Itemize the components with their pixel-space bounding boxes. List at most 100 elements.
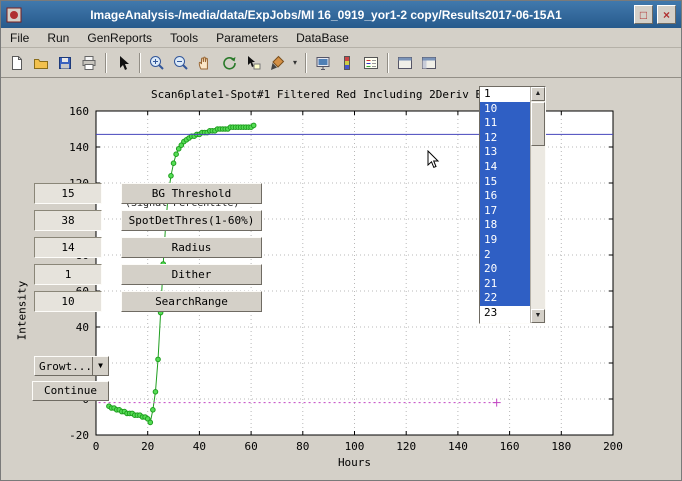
svg-text:120: 120 [396,440,416,453]
svg-text:160: 160 [69,105,89,118]
dither-button[interactable]: Dither [121,264,262,285]
pan-hand-button[interactable] [193,51,217,75]
svg-text:140: 140 [448,440,468,453]
scroll-down-button[interactable]: ▼ [531,309,545,323]
print-icon [80,54,98,72]
svg-text:40: 40 [76,321,89,334]
save-button[interactable] [53,51,77,75]
insert-colorbar-button[interactable] [335,51,359,75]
spot-listbox: 110111213141516171819220212223 ▲ ▼ [479,86,546,324]
app-window: ImageAnalysis-/media/data/ExpJobs/MI 16_… [0,0,682,481]
insert-colorbar-icon [338,54,356,72]
svg-text:-20: -20 [69,429,89,442]
svg-text:200: 200 [603,440,623,453]
spotdetthres-button[interactable]: SpotDetThres(1-60%) [121,210,262,231]
print-figure-button[interactable] [311,51,335,75]
list-item[interactable]: 13 [480,145,530,160]
list-item[interactable]: 10 [480,102,530,117]
scroll-up-button[interactable]: ▲ [531,87,545,101]
pan-hand-icon [196,54,214,72]
svg-text:140: 140 [69,141,89,154]
radius-input[interactable] [34,237,102,258]
searchrange-input[interactable] [34,291,102,312]
close-button[interactable]: × [657,5,676,24]
svg-text:100: 100 [345,440,365,453]
growth-dropdown[interactable]: Growt... ▼ [34,356,109,376]
y-axis-label: Intensity [16,256,29,366]
maximize-icon: □ [640,9,647,21]
toolbar-separator [305,53,307,73]
list-item[interactable]: 2 [480,248,530,263]
rotate-3d-icon [220,54,238,72]
toolbar-separator [387,53,389,73]
radius-button[interactable]: Radius [121,237,262,258]
data-cursor-icon [244,54,262,72]
spotdetthres-input[interactable] [34,210,102,231]
menu-parameters[interactable]: Parameters [207,28,287,48]
dither-input[interactable] [34,264,102,285]
zoom-in-button[interactable] [145,51,169,75]
list-item[interactable]: 18 [480,218,530,233]
list-item[interactable]: 21 [480,277,530,292]
bg-threshold-button[interactable]: BG Threshold [121,183,262,204]
menu-file[interactable]: File [1,28,38,48]
brush-dropdown-button[interactable]: ▾ [289,51,301,75]
toolbar-separator [105,53,107,73]
chevron-down-icon: ▾ [293,58,297,67]
svg-text:80: 80 [296,440,309,453]
list-item[interactable]: 12 [480,131,530,146]
new-file-icon [8,54,26,72]
zoom-out-button[interactable] [169,51,193,75]
show-plot-tools-button[interactable] [417,51,441,75]
continue-button[interactable]: Continue [32,381,109,401]
list-item[interactable]: 19 [480,233,530,248]
select-arrow-button[interactable] [111,51,135,75]
save-icon [56,54,74,72]
hide-plot-tools-button[interactable] [393,51,417,75]
bg-threshold-input[interactable] [34,183,102,204]
searchrange-button[interactable]: SearchRange [121,291,262,312]
menubar: File Run GenReports Tools Parameters Dat… [1,28,681,48]
show-plot-tools-icon [420,54,438,72]
svg-text:40: 40 [193,440,206,453]
menu-genreports[interactable]: GenReports [78,28,161,48]
list-item[interactable]: 11 [480,116,530,131]
list-item[interactable]: 17 [480,204,530,219]
brush-button[interactable] [265,51,289,75]
new-file-button[interactable] [5,51,29,75]
menu-run[interactable]: Run [38,28,78,48]
scrollbar-thumb[interactable] [531,102,545,146]
window-title: ImageAnalysis-/media/data/ExpJobs/MI 16_… [22,8,630,22]
zoom-out-icon [172,54,190,72]
zoom-in-icon [148,54,166,72]
svg-text:180: 180 [551,440,571,453]
list-item[interactable]: 15 [480,175,530,190]
maximize-button[interactable]: □ [634,5,653,24]
menu-tools[interactable]: Tools [161,28,207,48]
menu-database[interactable]: DataBase [287,28,358,48]
list-item[interactable]: 16 [480,189,530,204]
svg-text:160: 160 [500,440,520,453]
rotate-3d-button[interactable] [217,51,241,75]
window-titlebar: ImageAnalysis-/media/data/ExpJobs/MI 16_… [1,1,681,28]
open-folder-icon [32,54,50,72]
app-icon [6,7,22,23]
open-folder-button[interactable] [29,51,53,75]
svg-text:0: 0 [93,440,100,453]
chevron-down-icon[interactable]: ▼ [92,357,108,375]
svg-text:Scan6plate1-Spot#1 Filtered Re: Scan6plate1-Spot#1 Filtered Red Includin… [151,88,489,101]
data-cursor-button[interactable] [241,51,265,75]
toolbar-separator [139,53,141,73]
list-item[interactable]: 1 [480,87,530,102]
print-button[interactable] [77,51,101,75]
arrow-up-icon: ▲ [535,90,542,97]
list-item[interactable]: 14 [480,160,530,175]
list-item[interactable]: 22 [480,291,530,306]
chart-svg: 020406080100120140160180200-200204060801… [1,78,682,480]
insert-legend-button[interactable] [359,51,383,75]
listbox-scrollbar[interactable]: ▲ ▼ [530,87,545,323]
list-item[interactable]: 23 [480,306,530,321]
list-item[interactable]: 20 [480,262,530,277]
figure-area: 020406080100120140160180200-200204060801… [1,78,681,480]
growth-dropdown-value: Growt... [35,357,92,375]
